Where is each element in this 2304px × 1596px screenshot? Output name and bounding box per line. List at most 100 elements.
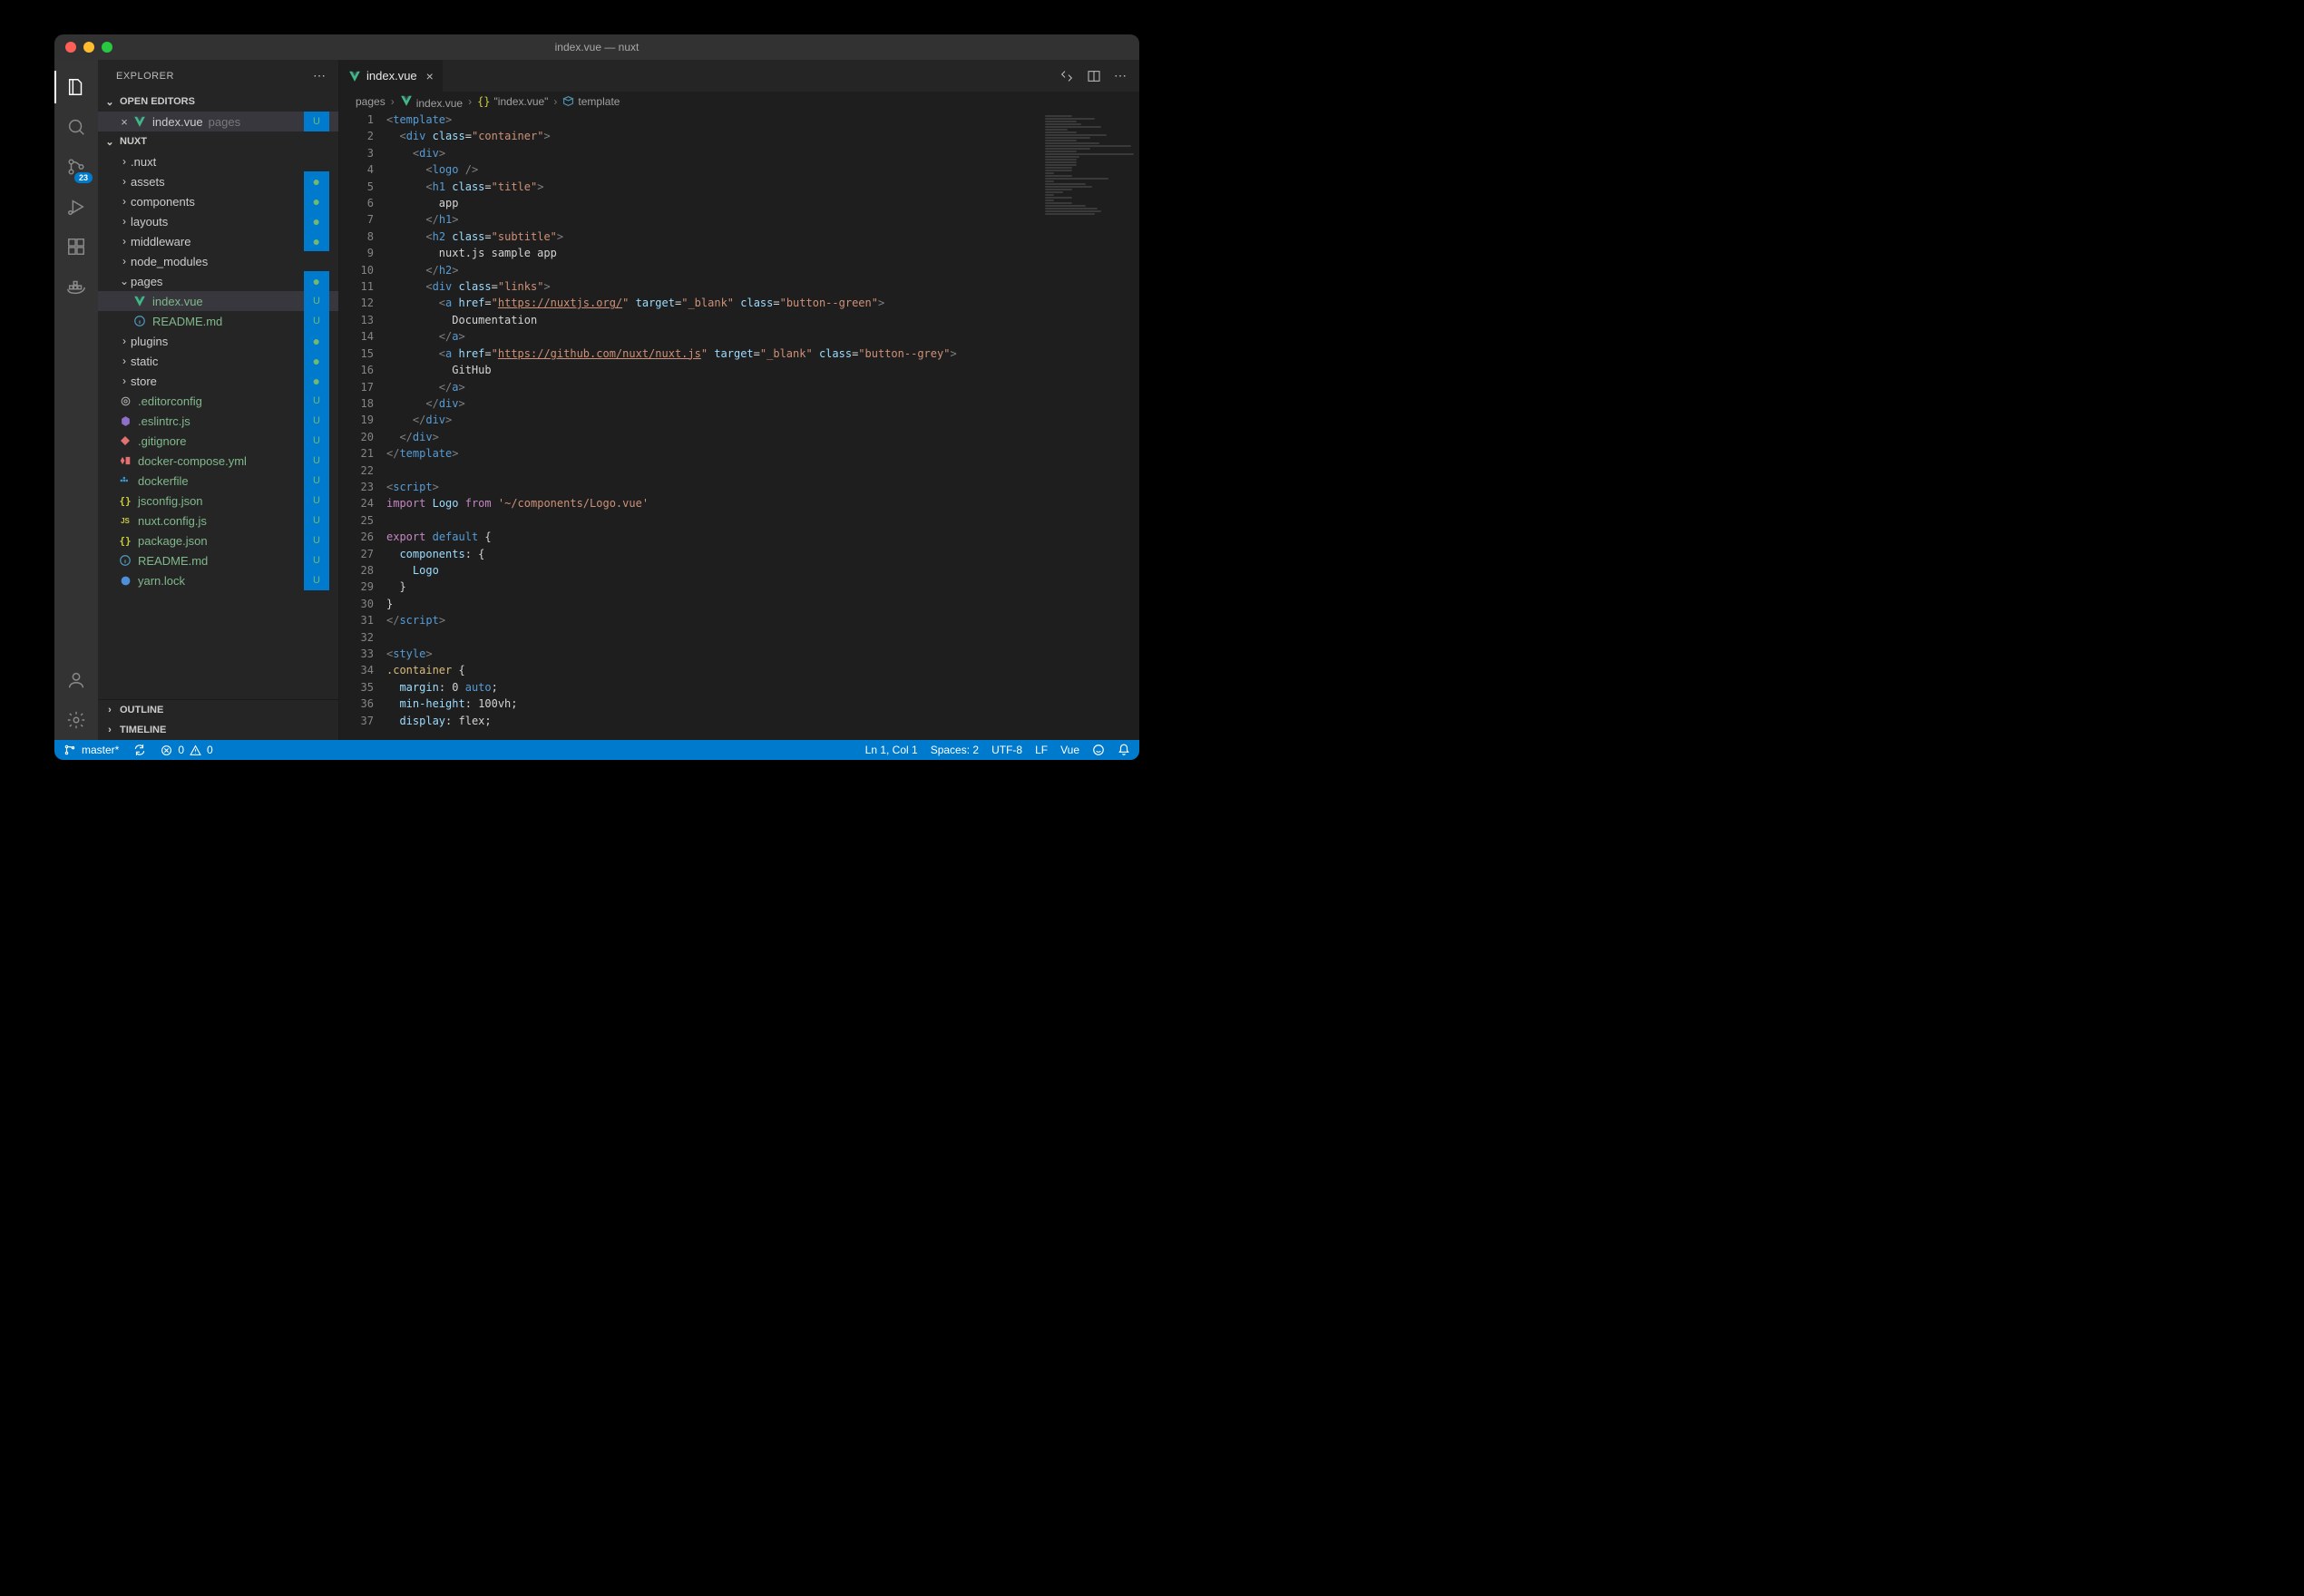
file-item[interactable]: .editorconfigU	[98, 391, 338, 411]
cursor-position[interactable]: Ln 1, Col 1	[865, 744, 918, 756]
breadcrumb-item[interactable]: index.vue	[400, 94, 463, 110]
file-item[interactable]: .eslintrc.jsU	[98, 411, 338, 431]
sync-status[interactable]	[133, 744, 146, 756]
folder-item[interactable]: ›plugins●	[98, 331, 338, 351]
git-status: U	[304, 311, 329, 331]
chevron-down-icon: ⌄	[118, 275, 131, 287]
extensions-icon[interactable]	[54, 227, 98, 267]
breadcrumbs[interactable]: pages›index.vue›{}"index.vue"›template	[339, 92, 1139, 112]
file-name: jsconfig.json	[138, 494, 203, 508]
open-editors-section[interactable]: ⌄ OPEN EDITORS	[98, 92, 338, 112]
open-editor-item[interactable]: ×index.vuepagesU	[98, 112, 338, 131]
vscode-window: index.vue — nuxt 23	[54, 34, 1139, 760]
project-section[interactable]: ⌄ NUXT	[98, 131, 338, 151]
chevron-down-icon: ⌄	[103, 136, 116, 148]
sidebar-more-icon[interactable]: ⋯	[313, 68, 327, 83]
chevron-right-icon: ›	[103, 725, 116, 735]
git-status: U	[304, 511, 329, 530]
git-status: U	[304, 491, 329, 511]
folder-item[interactable]: ›store●	[98, 371, 338, 391]
tab-index-vue[interactable]: index.vue ×	[339, 60, 444, 92]
problems-status[interactable]: 0 0	[161, 744, 212, 756]
git-modified-dot: ●	[304, 331, 329, 351]
accounts-icon[interactable]	[54, 660, 98, 700]
chevron-right-icon: ›	[118, 215, 131, 228]
file-item[interactable]: index.vueU	[98, 291, 338, 311]
folder-item[interactable]: ›components●	[98, 191, 338, 211]
breadcrumb-separator: ›	[468, 95, 472, 108]
folder-item[interactable]: ›static●	[98, 351, 338, 371]
feedback-icon[interactable]	[1092, 744, 1105, 756]
code-editor[interactable]: 1234567891011121314151617181920212223242…	[339, 112, 1139, 740]
git-branch-status[interactable]: master*	[63, 744, 119, 756]
folder-item[interactable]: ›node_modules	[98, 251, 338, 271]
docker-icon[interactable]	[54, 267, 98, 307]
outline-section[interactable]: › OUTLINE	[98, 700, 338, 720]
close-icon[interactable]: ×	[118, 115, 131, 129]
chevron-down-icon: ⌄	[103, 96, 116, 108]
git-modified-dot: ●	[304, 171, 329, 191]
settings-gear-icon[interactable]	[54, 700, 98, 740]
file-item[interactable]: docker-compose.ymlU	[98, 451, 338, 471]
editor-group: index.vue × ⋯ pages›index.vue›{}"index.v…	[339, 60, 1139, 740]
file-name: README.md	[152, 315, 222, 328]
git-status: U	[304, 391, 329, 411]
git-status: U	[304, 471, 329, 491]
search-icon[interactable]	[54, 107, 98, 147]
vue-file-icon	[132, 114, 147, 129]
code-content[interactable]: <template> <div class="container"> <div>…	[386, 112, 1040, 740]
minimap[interactable]	[1040, 112, 1139, 740]
breadcrumb-item[interactable]: template	[562, 95, 620, 108]
close-window-button[interactable]	[65, 42, 76, 53]
file-dir: pages	[209, 115, 240, 129]
git-status: U	[304, 570, 329, 590]
notifications-bell-icon[interactable]	[1118, 744, 1130, 756]
git-status: U	[304, 431, 329, 451]
zoom-window-button[interactable]	[102, 42, 112, 53]
git-modified-dot: ●	[304, 271, 329, 291]
source-control-icon[interactable]: 23	[54, 147, 98, 187]
chevron-right-icon: ›	[118, 375, 131, 387]
compare-changes-icon[interactable]	[1059, 69, 1074, 83]
git-status: U	[304, 530, 329, 550]
file-item[interactable]: {}package.jsonU	[98, 530, 338, 550]
json-file-icon: {}	[118, 533, 132, 548]
breadcrumb-item[interactable]: pages	[356, 95, 386, 108]
folder-item[interactable]: ›middleware●	[98, 231, 338, 251]
tab-close-icon[interactable]: ×	[426, 69, 434, 83]
docker-file-icon	[118, 473, 132, 488]
file-name: .eslintrc.js	[138, 414, 190, 428]
split-editor-icon[interactable]	[1087, 69, 1101, 83]
json-file-icon: {}	[118, 493, 132, 508]
indentation-status[interactable]: Spaces: 2	[931, 744, 979, 756]
chevron-right-icon: ›	[118, 155, 131, 168]
branch-label: master*	[82, 744, 119, 756]
language-status[interactable]: Vue	[1060, 744, 1079, 756]
outline-label: OUTLINE	[120, 705, 163, 715]
folder-item[interactable]: ›assets●	[98, 171, 338, 191]
file-item[interactable]: .gitignoreU	[98, 431, 338, 451]
folder-item[interactable]: ⌄pages●	[98, 271, 338, 291]
file-item[interactable]: dockerfileU	[98, 471, 338, 491]
breadcrumb-item[interactable]: {}"index.vue"	[477, 95, 548, 108]
encoding-status[interactable]: UTF-8	[991, 744, 1022, 756]
file-item[interactable]: JSnuxt.config.jsU	[98, 511, 338, 530]
file-item[interactable]: README.md U	[98, 311, 338, 331]
file-item[interactable]: {} jsconfig.json U	[98, 491, 338, 511]
folder-name: components	[131, 195, 195, 209]
git-modified-dot: ●	[304, 371, 329, 391]
run-debug-icon[interactable]	[54, 187, 98, 227]
eol-status[interactable]: LF	[1035, 744, 1048, 756]
file-item[interactable]: README.mdU	[98, 550, 338, 570]
folder-item[interactable]: ›.nuxt	[98, 151, 338, 171]
minimize-window-button[interactable]	[83, 42, 94, 53]
file-item[interactable]: yarn.lock U	[98, 570, 338, 590]
folder-item[interactable]: ›layouts●	[98, 211, 338, 231]
timeline-section[interactable]: › TIMELINE	[98, 720, 338, 740]
scm-badge: 23	[74, 172, 93, 183]
chevron-right-icon: ›	[103, 705, 116, 715]
file-name: yarn.lock	[138, 574, 185, 588]
explorer-icon[interactable]	[54, 67, 98, 107]
editor-more-icon[interactable]: ⋯	[1114, 68, 1128, 83]
file-name: nuxt.config.js	[138, 514, 207, 528]
